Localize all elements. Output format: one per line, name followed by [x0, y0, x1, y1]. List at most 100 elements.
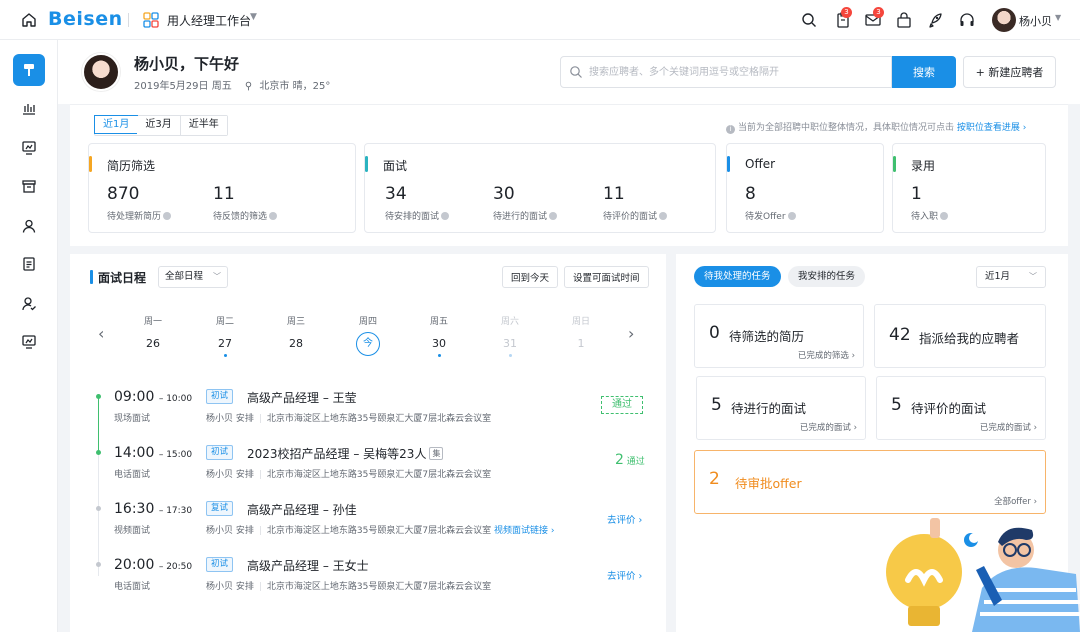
- sidebar-item-approvals[interactable]: [13, 288, 45, 320]
- task-card-offer[interactable]: 2 待审批offer 全部offer ›: [694, 450, 1046, 514]
- card-accent: [893, 156, 896, 172]
- chevron-down-icon[interactable]: ▼: [1055, 13, 1061, 22]
- stat-value[interactable]: 11: [213, 184, 235, 204]
- view-by-position-link[interactable]: 按职位查看进展 ›: [957, 123, 1026, 133]
- chevron-left-icon[interactable]: ‹: [98, 324, 104, 343]
- workspace-switcher[interactable]: 用人经理工作台: [167, 12, 251, 29]
- completed-link[interactable]: 已完成的筛选 ›: [798, 349, 855, 361]
- tab-arranged-tasks[interactable]: 我安排的任务: [788, 266, 866, 287]
- search-input[interactable]: [589, 57, 889, 87]
- sidebar-item-candidates[interactable]: [13, 210, 45, 242]
- video-link[interactable]: 视频面试链接 ›: [494, 526, 554, 536]
- stat-value[interactable]: 11: [603, 184, 625, 204]
- calendar-day[interactable]: 周一 26: [128, 314, 178, 351]
- rocket-icon[interactable]: [926, 11, 944, 29]
- tab-my-tasks[interactable]: 待我处理的任务: [694, 266, 781, 287]
- schedule-filter-select[interactable]: 全部日程 ﹀: [158, 266, 228, 288]
- set-interview-time-button[interactable]: 设置可面试时间: [564, 266, 649, 288]
- interview-meta: 杨小贝 安排 | 北京市海淀区上地东路35号颐泉汇大厦7层北森云会议室: [206, 470, 492, 480]
- bag-icon[interactable]: [895, 11, 913, 29]
- back-to-today-button[interactable]: 回到今天: [502, 266, 559, 288]
- sidebar-item-workbench[interactable]: [13, 54, 45, 86]
- interview-meta: 杨小贝 安排 | 北京市海淀区上地东路35号颐泉汇大厦7层北森云会议室: [206, 582, 492, 592]
- card-accent: [365, 156, 368, 172]
- task-card-screening[interactable]: 0 待筛选的简历 已完成的筛选 ›: [694, 304, 864, 368]
- new-candidate-button[interactable]: + 新建应聘者: [963, 56, 1056, 88]
- task-card-evaluate[interactable]: 5 待评价的面试 已完成的面试 ›: [876, 376, 1046, 440]
- evaluate-link[interactable]: 去评价 ›: [607, 512, 642, 526]
- stat-value[interactable]: 870: [107, 184, 139, 204]
- help-icon: [549, 212, 558, 220]
- avatar: [82, 53, 120, 91]
- stat-value[interactable]: 1: [911, 184, 922, 204]
- search-field[interactable]: [560, 56, 892, 88]
- calendar-day[interactable]: 周六 31: [485, 314, 535, 357]
- calendar-day[interactable]: 周二 27: [200, 314, 250, 357]
- stat-card-interview[interactable]: 面试 34 待安排的面试 30 待进行的面试 11 待评价的面试: [364, 143, 716, 233]
- monitor-chart-icon: [22, 335, 36, 349]
- greeting-title: 杨小贝，下午好: [134, 55, 240, 73]
- avatar[interactable]: [992, 8, 1016, 32]
- stat-value[interactable]: 8: [745, 184, 756, 204]
- stat-card-offer[interactable]: Offer 8 待发Offer: [726, 143, 884, 233]
- user-menu[interactable]: 杨小贝: [1019, 13, 1052, 29]
- info-icon: i: [726, 125, 735, 134]
- stat-card-screening[interactable]: 简历筛选 870 待处理新简历 11 待反馈的筛选: [88, 143, 356, 233]
- interview-title[interactable]: 高级产品经理 – 孙佳: [247, 501, 357, 518]
- calendar-day-today[interactable]: 周四今: [343, 314, 393, 356]
- apps-icon[interactable]: [143, 12, 159, 28]
- tab-half-year[interactable]: 近半年: [180, 116, 227, 135]
- help-icon: [787, 212, 796, 220]
- date-text: 2019年5月29日 周五: [134, 81, 232, 92]
- interview-schedule-panel: 面试日程 全部日程 ﹀ 回到今天 设置可面试时间 ‹ › 周一 26 周二 27 周三…: [70, 254, 666, 632]
- calendar-day[interactable]: 周三 28: [271, 314, 321, 351]
- document-icon: [23, 257, 35, 271]
- timeline-done: [98, 396, 99, 454]
- chevron-down-icon[interactable]: ▼: [250, 12, 257, 22]
- task-card-upcoming[interactable]: 5 待进行的面试 已完成的面试 ›: [696, 376, 866, 440]
- notification-badge: 3: [841, 7, 852, 18]
- all-offers-link[interactable]: 全部offer ›: [994, 495, 1037, 507]
- stat-label: 待进行的面试: [493, 209, 558, 222]
- sidebar-item-reports[interactable]: [13, 92, 45, 124]
- search-icon[interactable]: [800, 11, 818, 29]
- group-tag: 集: [429, 447, 444, 460]
- interview-title[interactable]: 2023校招产品经理 – 吴梅等23人集: [247, 445, 444, 462]
- interview-meta: 杨小贝 安排 | 北京市海淀区上地东路35号颐泉汇大厦7层北森云会议室 视频面试链接…: [206, 526, 555, 536]
- stat-value[interactable]: 30: [493, 184, 515, 204]
- stat-card-hired[interactable]: 录用 1 待入职: [892, 143, 1046, 233]
- help-icon: [659, 212, 668, 220]
- archive-icon: [22, 180, 36, 193]
- calendar-day[interactable]: 周五 30: [414, 314, 464, 357]
- task-range-select[interactable]: 近1月 ﹀: [976, 266, 1046, 288]
- pass-count: 2 通过: [615, 452, 645, 468]
- chevron-right-icon[interactable]: ›: [628, 324, 634, 343]
- calendar-day[interactable]: 周日 1: [556, 314, 606, 351]
- title-accent: [90, 270, 93, 284]
- completed-link[interactable]: 已完成的面试 ›: [980, 421, 1037, 433]
- range-tabs: 近1月 近3月 近半年: [94, 115, 228, 136]
- sidebar-item-documents[interactable]: [13, 248, 45, 280]
- headset-icon[interactable]: [958, 11, 976, 29]
- task-card-assigned[interactable]: 42 指派给我的应聘者: [874, 304, 1046, 368]
- recruitment-stats-panel: 近1月 近3月 近半年 i 当前为全部招聘中职位整体情况，具体职位情况可点击 按职…: [70, 104, 1068, 246]
- search-button[interactable]: 搜索: [892, 56, 956, 88]
- home-icon[interactable]: [20, 11, 38, 29]
- sidebar-item-analytics[interactable]: [13, 326, 45, 358]
- completed-link[interactable]: 已完成的面试 ›: [800, 421, 857, 433]
- interview-title[interactable]: 高级产品经理 – 王莹: [247, 389, 357, 406]
- stat-label: 待评价的面试: [603, 209, 668, 222]
- timeline-dot: [96, 506, 101, 511]
- evaluate-link[interactable]: 去评价 ›: [607, 568, 642, 582]
- user-check-icon: [22, 297, 36, 311]
- interview-time: 20:00 – 20:50: [114, 557, 193, 573]
- stat-card-title: 面试: [383, 159, 408, 173]
- tab-1-month[interactable]: 近1月: [94, 115, 139, 134]
- tab-3-months[interactable]: 近3月: [137, 116, 181, 135]
- brush-icon: [24, 64, 34, 76]
- sidebar-item-monitor[interactable]: [13, 132, 45, 164]
- sidebar-item-archive[interactable]: [13, 170, 45, 202]
- brand-logo[interactable]: Beisen: [48, 8, 123, 30]
- stat-value[interactable]: 34: [385, 184, 407, 204]
- interview-title[interactable]: 高级产品经理 – 王女士: [247, 557, 369, 574]
